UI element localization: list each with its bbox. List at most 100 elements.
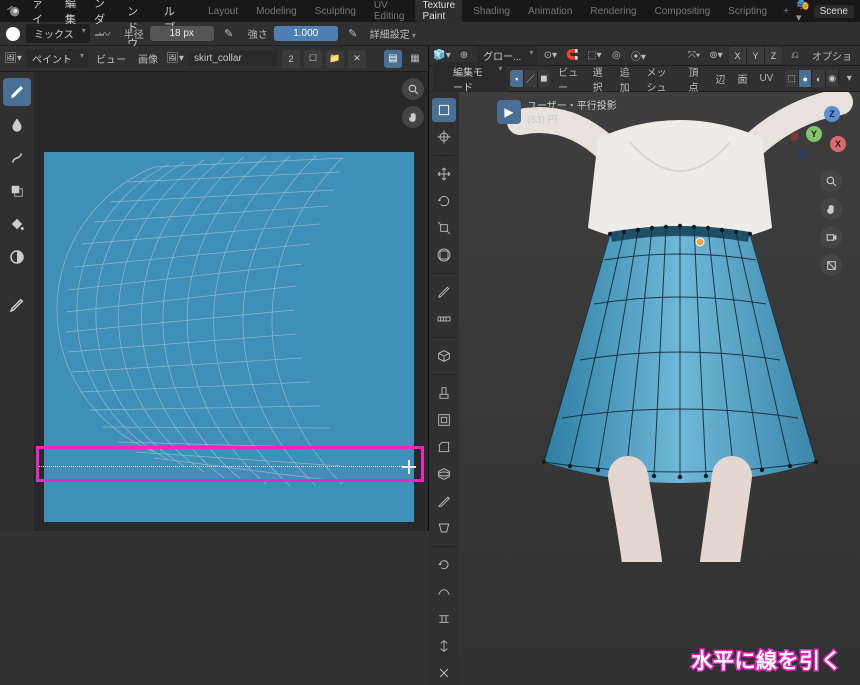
tab-modeling[interactable]: Modeling <box>249 4 304 19</box>
strength-pressure-icon[interactable]: ✎ <box>344 25 362 43</box>
gizmo-neg-z[interactable] <box>798 150 807 159</box>
draw-brush-tool[interactable] <box>3 78 31 106</box>
smooth-tool[interactable] <box>432 580 456 604</box>
tab-uv[interactable]: UV Editing <box>367 0 412 24</box>
curve-icon[interactable]: 〰 <box>96 25 114 43</box>
tab-texture-paint[interactable]: Texture Paint <box>415 0 462 24</box>
polybuild-tool[interactable] <box>432 516 456 540</box>
add-cube-tool[interactable] <box>432 344 456 368</box>
annotate-tool[interactable] <box>3 291 31 319</box>
viewport-menu-mesh[interactable]: メッシュ <box>643 64 681 94</box>
viewport-menu-face[interactable]: 面 <box>733 71 751 86</box>
vertex-select-mode[interactable]: ▪ <box>510 70 523 87</box>
menu-edit[interactable]: 編集 <box>57 0 84 27</box>
tab-scripting[interactable]: Scripting <box>721 4 774 19</box>
brush-color-swatch[interactable] <box>6 27 20 41</box>
interaction-mode-select[interactable]: 編集モード <box>433 62 506 96</box>
scale-tool[interactable] <box>432 216 456 240</box>
image-browse-icon[interactable]: 🖼▾ <box>166 50 184 68</box>
proportional-curve-icon[interactable]: ⦿▾ <box>629 47 647 65</box>
fill-tool[interactable] <box>3 210 31 238</box>
radius-field[interactable]: 18 px <box>150 26 214 41</box>
strength-field[interactable]: 1.000 <box>274 26 338 41</box>
pan-hand-icon[interactable] <box>402 106 424 128</box>
viewport-menu-select[interactable]: 選択 <box>589 64 612 94</box>
editor-type-icon[interactable]: 🖼▾ <box>4 50 22 68</box>
gizmo-visibility-icon[interactable]: ⤧▾ <box>685 47 703 65</box>
spin-tool[interactable] <box>432 553 456 577</box>
overlay-visibility-icon[interactable]: ⊚▾ <box>707 47 725 65</box>
shrink-fatten-tool[interactable] <box>432 634 456 658</box>
extrude-tool[interactable] <box>432 381 456 405</box>
pivot-icon[interactable]: ⊙▾ <box>541 47 559 65</box>
cursor-tool[interactable] <box>432 125 456 149</box>
tab-rendering[interactable]: Rendering <box>583 4 643 19</box>
rotate-tool[interactable] <box>432 189 456 213</box>
transform-tool[interactable] <box>432 243 456 267</box>
clone-tool[interactable] <box>3 177 31 205</box>
image-unlink-button[interactable]: ✕ <box>348 50 366 68</box>
mirror-z[interactable]: Z <box>765 47 782 64</box>
viewport-menu-view[interactable]: ビュー <box>554 64 584 94</box>
viewport-menu-uv[interactable]: UV <box>755 73 777 84</box>
radius-pressure-icon[interactable]: ✎ <box>220 25 238 43</box>
tab-sculpting[interactable]: Sculpting <box>308 4 363 19</box>
scene-name-field[interactable]: Scene <box>814 5 854 18</box>
rip-tool[interactable] <box>432 661 456 685</box>
image-menu-view[interactable]: ビュー <box>92 51 130 66</box>
bevel-tool[interactable] <box>432 435 456 459</box>
shading-options-icon[interactable]: ▾ <box>843 70 856 88</box>
inset-tool[interactable] <box>432 408 456 432</box>
snap-target-icon[interactable]: ⬚▾ <box>585 47 603 65</box>
tab-shading[interactable]: Shading <box>466 4 517 19</box>
proportional-icon[interactable]: ◎ <box>607 47 625 65</box>
magnify-icon[interactable] <box>402 78 424 100</box>
slot-icon[interactable]: ▤ <box>384 50 402 68</box>
image-mode-select[interactable]: ペイント <box>26 49 88 68</box>
edge-slide-tool[interactable] <box>432 607 456 631</box>
knife-tool[interactable] <box>432 489 456 513</box>
face-select-mode[interactable]: ◼ <box>538 70 551 87</box>
zoom-icon[interactable] <box>820 170 842 192</box>
measure-tool[interactable] <box>432 307 456 331</box>
shading-material[interactable]: ◐ <box>812 70 825 87</box>
image-users-button[interactable]: 2 <box>282 50 300 68</box>
image-name-field[interactable]: skirt_collar <box>188 51 278 66</box>
gizmo-x[interactable]: X <box>830 136 846 152</box>
pan-icon[interactable] <box>820 198 842 220</box>
mirror-y[interactable]: Y <box>747 47 764 64</box>
shading-rendered[interactable]: ◉ <box>826 70 839 87</box>
viewport-canvas[interactable]: ▶ ユーザー・平行投影 (53) 円 Z Y X <box>459 92 860 685</box>
image-canvas[interactable] <box>34 72 428 531</box>
view-chip-icon[interactable]: ▶ <box>497 100 521 124</box>
snap-magnet-icon[interactable]: 🧲 <box>563 47 581 65</box>
shading-solid[interactable]: ● <box>799 70 812 87</box>
gizmo-z[interactable]: Z <box>824 106 840 122</box>
loopcut-tool[interactable] <box>432 462 456 486</box>
move-tool[interactable] <box>432 162 456 186</box>
blend-mode-select[interactable]: ミックス <box>26 24 90 43</box>
mask-tool[interactable] <box>3 243 31 271</box>
mirror-x[interactable]: X <box>729 47 746 64</box>
camera-view-icon[interactable] <box>820 226 842 248</box>
gizmo-y[interactable]: Y <box>806 126 822 142</box>
shading-wireframe[interactable]: ⬚ <box>785 70 798 87</box>
viewport-menu-vertex[interactable]: 頂点 <box>684 64 707 94</box>
advanced-settings-dropdown[interactable]: 詳細設定 <box>370 26 416 41</box>
soften-tool[interactable] <box>3 111 31 139</box>
uv-overlay-icon[interactable]: ▦ <box>406 50 424 68</box>
tab-layout[interactable]: Layout <box>201 4 245 19</box>
perspective-toggle-icon[interactable] <box>820 254 842 276</box>
tab-add[interactable]: + <box>778 6 794 17</box>
annotate-3d-tool[interactable] <box>432 280 456 304</box>
select-box-tool[interactable] <box>432 98 456 122</box>
image-new-button[interactable]: ☐ <box>304 50 322 68</box>
gizmo-neg-x[interactable] <box>790 132 799 141</box>
image-menu-image[interactable]: 画像 <box>134 51 162 66</box>
tab-compositing[interactable]: Compositing <box>648 4 718 19</box>
edge-select-mode[interactable]: ／ <box>524 70 537 87</box>
options-dropdown[interactable]: オプショ <box>808 48 856 63</box>
image-open-button[interactable]: 📁 <box>326 50 344 68</box>
tab-animation[interactable]: Animation <box>521 4 579 19</box>
axis-gizmo[interactable]: Z Y X <box>792 108 844 160</box>
